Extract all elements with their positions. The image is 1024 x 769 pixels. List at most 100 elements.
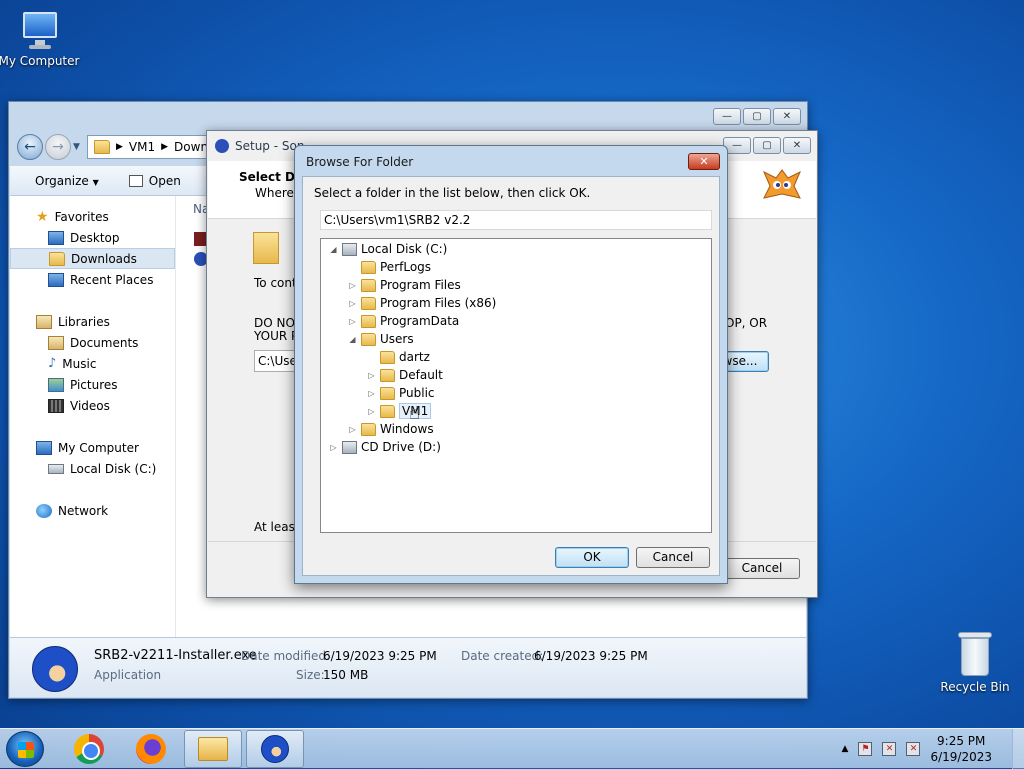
nav-label: Music [62, 356, 97, 371]
minimize-button[interactable]: — [713, 108, 741, 125]
details-pane: SRB2-v2211-Installer.exe Application Dat… [10, 637, 806, 697]
expand-toggle-icon[interactable]: ▷ [348, 425, 357, 434]
nav-downloads[interactable]: Downloads [10, 248, 175, 269]
organize-button[interactable]: Organize ▼ [35, 174, 99, 188]
volume-icon[interactable]: ✕ [906, 742, 921, 756]
back-button[interactable]: ← [17, 134, 43, 160]
maximize-button[interactable]: ▢ [753, 137, 781, 154]
nav-label: Desktop [70, 230, 120, 245]
tree-item-windows[interactable]: ▷ Windows [348, 420, 433, 438]
browse-folder-dialog: Browse For Folder ✕ Select a folder in t… [294, 145, 728, 584]
collapse-toggle-icon[interactable]: ◢ [329, 245, 338, 254]
nav-favorites[interactable]: ★ Favorites [10, 206, 175, 227]
tree-item-cd-drive[interactable]: ▷ CD Drive (D:) [329, 438, 440, 456]
show-desktop-button[interactable] [1012, 729, 1024, 769]
tree-item-program-files[interactable]: ▷ Program Files [348, 276, 460, 294]
folder-path-field[interactable]: C:\Users\vm1\SRB2 v2.2 [320, 210, 712, 230]
tree-item-dartz[interactable]: dartz [367, 348, 430, 366]
taskbar-explorer[interactable] [184, 730, 242, 768]
chevron-right-icon: ▶ [116, 142, 123, 152]
nav-label: Network [58, 503, 109, 518]
breadcrumb-item[interactable]: VM1 [129, 140, 155, 154]
nav-videos[interactable]: Videos [10, 395, 175, 416]
maximize-button[interactable]: ▢ [743, 108, 771, 125]
tree-item-programdata[interactable]: ▷ ProgramData [348, 312, 459, 330]
tree-item-label: Public [399, 386, 435, 400]
nav-desktop[interactable]: Desktop [10, 227, 175, 248]
browse-dialog-content: Select a folder in the list below, then … [302, 176, 720, 576]
details-created-label: Date created: [461, 649, 544, 663]
tree-item-public[interactable]: ▷ Public [367, 384, 435, 402]
user-folder-icon [380, 404, 395, 418]
recent-pages-dropdown[interactable]: ▼ [73, 142, 80, 152]
windows-logo-icon [18, 742, 34, 758]
details-filename: SRB2-v2211-Installer.exe [94, 648, 257, 663]
tree-item-program-files-x86[interactable]: ▷ Program Files (x86) [348, 294, 496, 312]
nav-libraries[interactable]: Libraries [10, 311, 175, 332]
expand-toggle-icon[interactable]: ▷ [367, 407, 376, 416]
tree-item-label: dartz [399, 350, 430, 364]
folder-icon [361, 314, 376, 328]
nav-local-disk[interactable]: Local Disk (C:) [10, 458, 175, 479]
breadcrumb-item[interactable]: Down [174, 140, 208, 154]
close-button[interactable]: ✕ [783, 137, 811, 154]
network-icon[interactable]: ✕ [882, 742, 897, 756]
desktop-icon-recycle-bin[interactable]: Recycle Bin [930, 632, 1020, 694]
open-button[interactable]: Open [128, 173, 181, 188]
address-bar[interactable]: ▶ VM1 ▶ Down [87, 135, 217, 159]
expand-toggle-icon[interactable]: ▷ [348, 299, 357, 308]
tree-item-label: PerfLogs [380, 260, 432, 274]
cancel-button[interactable]: Cancel [636, 547, 710, 568]
close-button[interactable]: ✕ [773, 108, 801, 125]
clock-date: 6/19/2023 [930, 750, 992, 764]
tree-item-users[interactable]: ◢ Users [348, 330, 413, 348]
nav-buttons: ← → ▼ [17, 134, 80, 160]
tree-item-label: Local Disk (C:) [361, 242, 448, 256]
details-size-value: 150 MB [323, 668, 369, 682]
tree-item-local-disk[interactable]: ◢ Local Disk (C:) [329, 240, 447, 258]
nav-music[interactable]: ♪ Music [10, 353, 175, 374]
tree-item-vm1[interactable]: ▷ VM1 [367, 402, 432, 420]
open-label: Open [148, 173, 181, 188]
nav-recent-places[interactable]: Recent Places [10, 269, 175, 290]
open-icon [128, 174, 143, 187]
nav-label: Documents [70, 335, 139, 350]
expand-toggle-icon[interactable]: ▷ [329, 443, 338, 452]
setup-cancel-button[interactable]: Cancel [724, 558, 800, 579]
folder-icon [361, 260, 376, 274]
expand-toggle-icon[interactable]: ▷ [348, 317, 357, 326]
nav-pictures[interactable]: Pictures [10, 374, 175, 395]
clock[interactable]: 9:25 PM 6/19/2023 [930, 733, 992, 765]
ok-button[interactable]: OK [555, 547, 629, 568]
nav-network[interactable]: Network [10, 500, 175, 521]
close-button[interactable]: ✕ [688, 153, 720, 170]
taskbar-setup[interactable] [246, 730, 304, 768]
show-hidden-icons-button[interactable]: ▲ [842, 744, 849, 754]
expand-toggle-icon[interactable]: ▷ [367, 389, 376, 398]
nav-label: Favorites [54, 209, 109, 224]
nav-my-computer[interactable]: My Computer [10, 437, 175, 458]
desktop-icon-my-computer[interactable]: My Computer [0, 10, 84, 68]
folder-icon [198, 737, 228, 761]
sonic-app-icon [32, 646, 78, 692]
taskbar-chrome[interactable] [60, 730, 118, 768]
network-icon [36, 503, 52, 518]
expand-toggle-icon[interactable]: ▷ [367, 371, 376, 380]
nav-label: Downloads [71, 251, 137, 266]
action-center-icon[interactable]: ⚑ [858, 742, 873, 756]
forward-button[interactable]: → [45, 134, 71, 160]
start-button[interactable] [6, 731, 44, 767]
nav-label: Local Disk (C:) [70, 461, 157, 476]
clock-time: 9:25 PM [937, 734, 986, 748]
documents-icon [48, 335, 64, 350]
tree-item-perflogs[interactable]: PerfLogs [348, 258, 431, 276]
library-icon [36, 314, 52, 329]
nav-documents[interactable]: Documents [10, 332, 175, 353]
expand-toggle-icon[interactable]: ▷ [348, 281, 357, 290]
tree-item-default[interactable]: ▷ Default [367, 366, 442, 384]
folder-tree[interactable]: ◢ Local Disk (C:) PerfLogs ▷ Program Fil… [320, 238, 712, 533]
collapse-toggle-icon[interactable]: ◢ [348, 335, 357, 344]
folder-icon [361, 278, 376, 292]
hand-cursor-icon: ☝ [409, 403, 420, 424]
taskbar-firefox[interactable] [122, 730, 180, 768]
